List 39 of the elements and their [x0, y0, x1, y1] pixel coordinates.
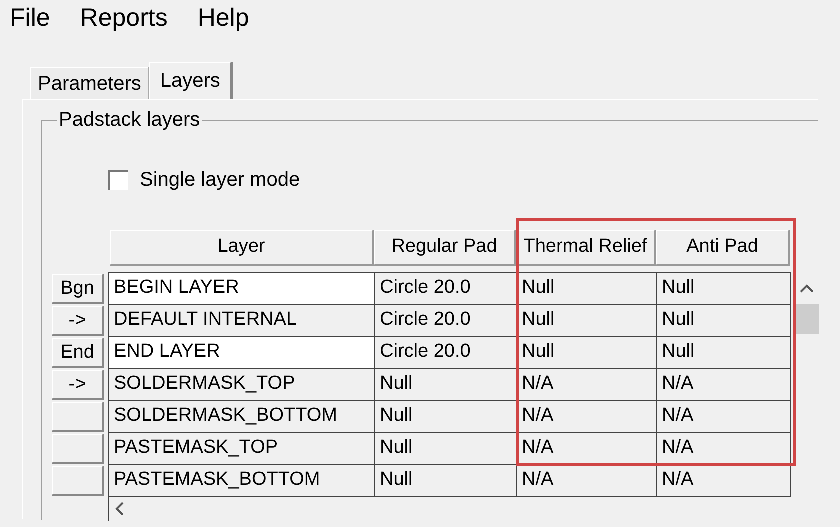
table-cell: Null [657, 273, 791, 305]
row-button[interactable]: -> [52, 370, 104, 400]
row-button[interactable] [52, 402, 104, 432]
scrollbar-thumb[interactable] [795, 304, 819, 334]
checkbox-label: Single layer mode [140, 168, 300, 193]
table-cell: Null [657, 305, 791, 337]
table-cell: SOLDERMASK_TOP [109, 369, 375, 401]
table-cell: Null [517, 337, 657, 369]
row-button[interactable] [52, 434, 104, 464]
row-button[interactable]: Bgn [52, 274, 104, 304]
column-header[interactable]: Anti Pad [656, 230, 790, 266]
table-cell: Null [517, 305, 657, 337]
row-button[interactable] [52, 466, 104, 496]
column-header[interactable]: Regular Pad [374, 230, 516, 266]
table-cell: Null [657, 337, 791, 369]
table-cell: BEGIN LAYER [109, 273, 375, 305]
table-cell: DEFAULT INTERNAL [109, 305, 375, 337]
row-button[interactable]: -> [52, 306, 104, 336]
menu-item[interactable]: Reports [80, 0, 168, 38]
table-cell: SOLDERMASK_BOTTOM [109, 401, 375, 433]
table-cell: N/A [657, 465, 791, 497]
table-cell: Null [375, 465, 517, 497]
table-cell: N/A [657, 401, 791, 433]
tab[interactable]: Parameters [30, 67, 150, 99]
row-button[interactable]: End [52, 338, 104, 368]
menu-item[interactable]: File [10, 0, 50, 38]
column-header[interactable]: Thermal Relief [516, 230, 656, 266]
table-cell: N/A [657, 369, 791, 401]
table-cell: N/A [517, 401, 657, 433]
table-cell: END LAYER [109, 337, 375, 369]
column-header[interactable]: Layer [110, 230, 374, 266]
table-cell: PASTEMASK_TOP [109, 433, 375, 465]
table-cell: Null [517, 273, 657, 305]
table-cell: PASTEMASK_BOTTOM [109, 465, 375, 497]
tab[interactable]: Layers [149, 62, 234, 99]
table-cell: N/A [517, 465, 657, 497]
menu-item[interactable]: Help [198, 0, 250, 38]
checkbox[interactable] [108, 170, 128, 190]
table-cell: N/A [517, 369, 657, 401]
